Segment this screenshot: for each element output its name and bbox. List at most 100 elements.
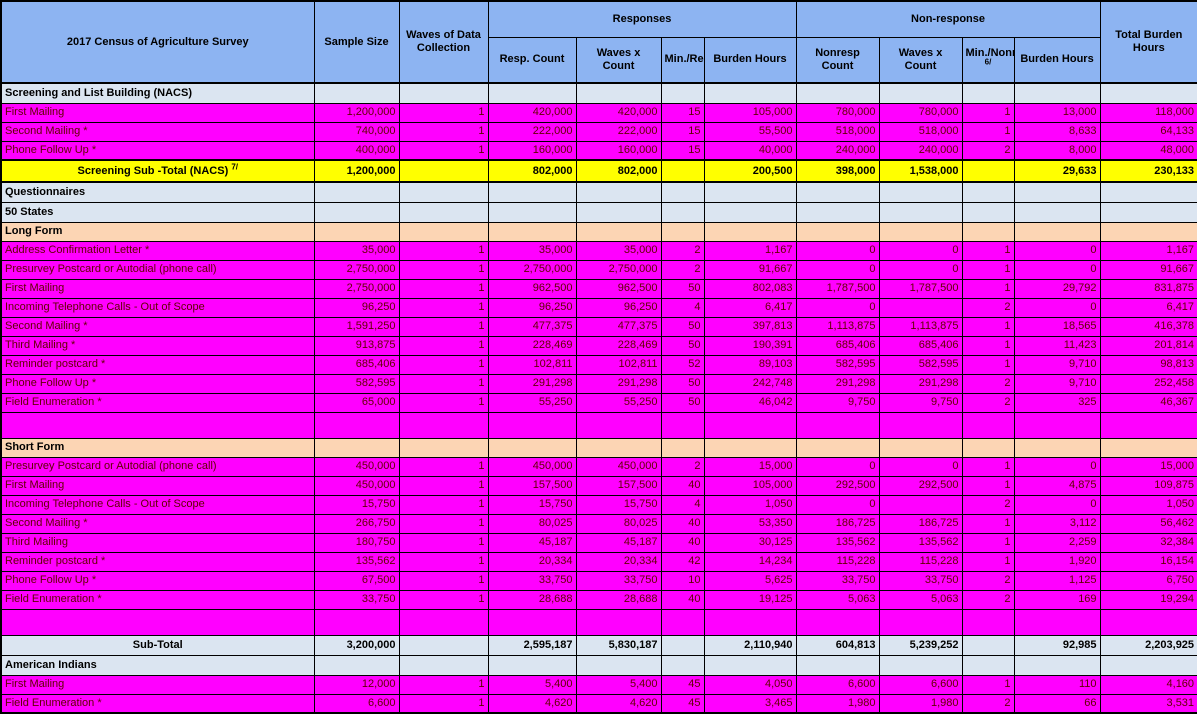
table-row: Third Mailing *913,8751228,469228,469501…: [1, 336, 1197, 355]
cell-resp-waves-x-count: [576, 412, 661, 438]
cell-min-per-resp: 2: [661, 241, 704, 260]
cell-nonresp-waves-x-count: 0: [879, 241, 962, 260]
table-row: Second Mailing *740,0001222,000222,00015…: [1, 122, 1197, 141]
cell-nonresp-waves-x-count: 1,980: [879, 694, 962, 713]
row-label: Third Mailing *: [1, 336, 314, 355]
row-label: Questionnaires: [1, 182, 314, 202]
header-waves-of-data-collection: Waves of Data Collection: [399, 1, 488, 83]
cell-resp-waves-x-count: 222,000: [576, 122, 661, 141]
cell-nonresp-burden-hours: 0: [1014, 260, 1100, 279]
cell-nonresp-waves-x-count: 780,000: [879, 103, 962, 122]
cell-resp-count: 962,500: [488, 279, 576, 298]
cell-total-burden-hours: [1100, 83, 1197, 103]
cell-sample-size: 1,200,000: [314, 103, 399, 122]
table-row: Reminder postcard *135,562120,33420,3344…: [1, 552, 1197, 571]
cell-min-per-resp: 50: [661, 279, 704, 298]
cell-resp-count: 157,500: [488, 476, 576, 495]
cell-nonresp-burden-hours: 9,710: [1014, 355, 1100, 374]
cell-resp-burden-hours: 40,000: [704, 141, 796, 160]
cell-resp-count: 45,187: [488, 533, 576, 552]
cell-waves-of-data-collection: 1: [399, 374, 488, 393]
header-group-nonresponse: Non-response: [796, 1, 1100, 37]
row-label: [1, 412, 314, 438]
cell-waves-of-data-collection: [399, 83, 488, 103]
cell-sample-size: [314, 609, 399, 635]
cell-waves-of-data-collection: 1: [399, 317, 488, 336]
row-label: Second Mailing *: [1, 317, 314, 336]
cell-waves-of-data-collection: 1: [399, 141, 488, 160]
cell-resp-waves-x-count: 5,400: [576, 675, 661, 694]
cell-resp-count: 160,000: [488, 141, 576, 160]
table-row: First Mailing450,0001157,500157,50040105…: [1, 476, 1197, 495]
cell-nonresp-waves-x-count: 1,538,000: [879, 160, 962, 182]
header-resp-waves-x-count: Waves x Count: [576, 37, 661, 83]
header-total-burden-hours: Total Burden Hours: [1100, 1, 1197, 83]
cell-resp-burden-hours: 14,234: [704, 552, 796, 571]
cell-sample-size: 400,000: [314, 141, 399, 160]
cell-total-burden-hours: [1100, 609, 1197, 635]
cell-resp-count: 20,334: [488, 552, 576, 571]
cell-min-per-resp: [661, 83, 704, 103]
cell-resp-burden-hours: 190,391: [704, 336, 796, 355]
cell-nonresp-count: 291,298: [796, 374, 879, 393]
cell-min-per-nonresp: [962, 160, 1014, 182]
cell-waves-of-data-collection: 1: [399, 279, 488, 298]
cell-nonresp-count: 135,562: [796, 533, 879, 552]
header-nonresp-burden-hours: Burden Hours: [1014, 37, 1100, 83]
cell-resp-burden-hours: 55,500: [704, 122, 796, 141]
cell-resp-waves-x-count: 80,025: [576, 514, 661, 533]
table-row: Presurvey Postcard or Autodial (phone ca…: [1, 457, 1197, 476]
cell-nonresp-burden-hours: 2,259: [1014, 533, 1100, 552]
cell-nonresp-burden-hours: 3,112: [1014, 514, 1100, 533]
cell-waves-of-data-collection: [399, 160, 488, 182]
cell-min-per-nonresp: [962, 83, 1014, 103]
cell-nonresp-waves-x-count: 240,000: [879, 141, 962, 160]
cell-sample-size: 450,000: [314, 457, 399, 476]
cell-waves-of-data-collection: 1: [399, 298, 488, 317]
cell-total-burden-hours: 6,750: [1100, 571, 1197, 590]
row-label: Address Confirmation Letter *: [1, 241, 314, 260]
cell-sample-size: 3,200,000: [314, 635, 399, 655]
cell-resp-waves-x-count: 802,000: [576, 160, 661, 182]
cell-min-per-resp: [661, 202, 704, 222]
cell-nonresp-count: 0: [796, 495, 879, 514]
cell-resp-burden-hours: 105,000: [704, 103, 796, 122]
cell-resp-waves-x-count: 5,830,187: [576, 635, 661, 655]
cell-nonresp-waves-x-count: 292,500: [879, 476, 962, 495]
cell-resp-waves-x-count: 228,469: [576, 336, 661, 355]
cell-nonresp-count: 0: [796, 298, 879, 317]
row-label: First Mailing: [1, 279, 314, 298]
cell-nonresp-burden-hours: 9,710: [1014, 374, 1100, 393]
cell-total-burden-hours: [1100, 202, 1197, 222]
cell-total-burden-hours: [1100, 222, 1197, 241]
row-label: Screening and List Building (NACS): [1, 83, 314, 103]
cell-nonresp-burden-hours: 169: [1014, 590, 1100, 609]
cell-resp-count: [488, 222, 576, 241]
cell-nonresp-burden-hours: 0: [1014, 241, 1100, 260]
cell-min-per-nonresp: 1: [962, 675, 1014, 694]
cell-nonresp-burden-hours: [1014, 182, 1100, 202]
cell-resp-count: 96,250: [488, 298, 576, 317]
cell-nonresp-count: [796, 202, 879, 222]
cell-resp-waves-x-count: 962,500: [576, 279, 661, 298]
header-resp-count: Resp. Count: [488, 37, 576, 83]
cell-nonresp-waves-x-count: [879, 412, 962, 438]
cell-total-burden-hours: 48,000: [1100, 141, 1197, 160]
peach-row: Long Form: [1, 222, 1197, 241]
cell-resp-burden-hours: [704, 609, 796, 635]
cell-resp-waves-x-count: 477,375: [576, 317, 661, 336]
cell-resp-count: 802,000: [488, 160, 576, 182]
cell-nonresp-burden-hours: 13,000: [1014, 103, 1100, 122]
cell-sample-size: 1,200,000: [314, 160, 399, 182]
cell-min-per-nonresp: 2: [962, 571, 1014, 590]
cell-sample-size: [314, 438, 399, 457]
cell-nonresp-burden-hours: 110: [1014, 675, 1100, 694]
table-row: Third Mailing180,750145,18745,1874030,12…: [1, 533, 1197, 552]
cell-min-per-nonresp: 2: [962, 298, 1014, 317]
cell-min-per-nonresp: 1: [962, 552, 1014, 571]
table-row: Presurvey Postcard or Autodial (phone ca…: [1, 260, 1197, 279]
cell-resp-waves-x-count: 102,811: [576, 355, 661, 374]
cell-nonresp-count: 6,600: [796, 675, 879, 694]
cell-sample-size: 582,595: [314, 374, 399, 393]
cell-min-per-resp: [661, 412, 704, 438]
